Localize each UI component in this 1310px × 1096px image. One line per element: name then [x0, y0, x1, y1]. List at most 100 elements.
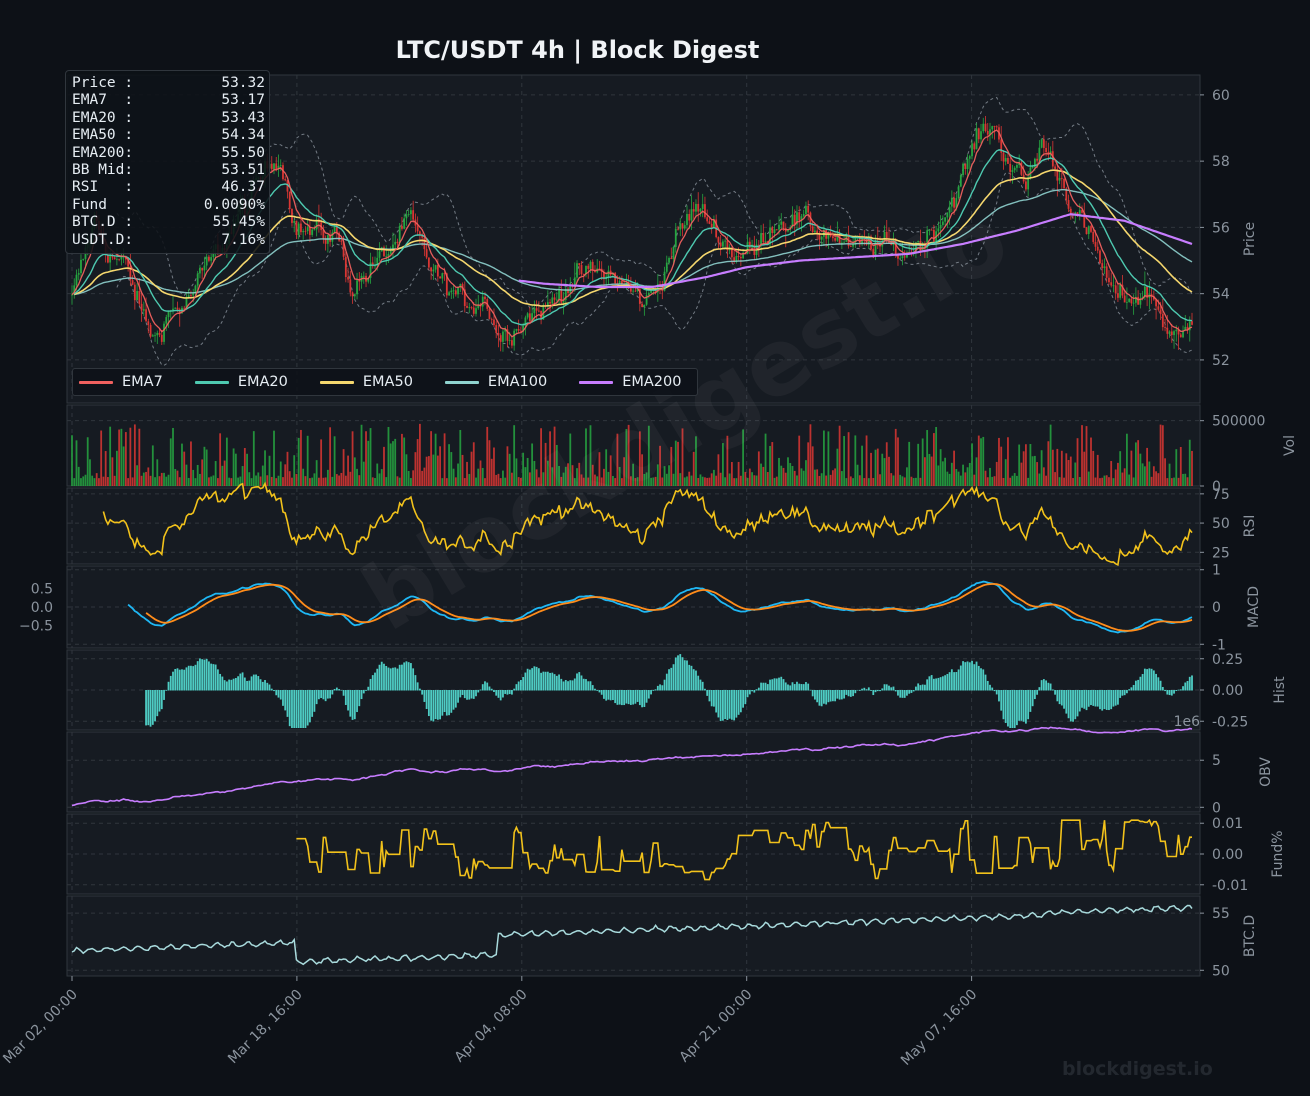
histogram-bar: [717, 690, 720, 718]
candle-body: [580, 265, 583, 275]
histogram-bar: [1076, 690, 1079, 717]
volume-bar: [454, 477, 457, 486]
volume-bar: [995, 461, 998, 486]
volume-bar: [800, 468, 803, 486]
volume-bar: [699, 474, 702, 486]
candle-body: [578, 263, 581, 266]
candle-body: [670, 257, 673, 260]
histogram-bar: [870, 690, 872, 691]
histogram-bar: [820, 690, 823, 707]
histogram-bar: [910, 690, 913, 693]
volume-bar: [279, 461, 282, 486]
candle-body: [306, 227, 309, 232]
histogram-bar: [919, 685, 922, 691]
candle-body: [971, 143, 973, 157]
histogram-bar: [221, 676, 224, 691]
candle-body: [205, 256, 208, 266]
histogram-bar: [374, 672, 376, 691]
volume-bar: [156, 459, 159, 486]
histogram-bar: [1009, 690, 1012, 728]
histogram-bar: [737, 690, 740, 715]
histogram-bar: [461, 690, 464, 695]
candle-body: [136, 291, 138, 301]
histogram-bar: [185, 667, 188, 691]
histogram-bar: [1126, 690, 1128, 694]
volume-bar: [764, 433, 767, 486]
info-row-ema7: EMA7 :53.17: [72, 92, 265, 109]
volume-bar: [872, 477, 875, 486]
histogram-bar: [237, 676, 239, 691]
histogram-bar: [612, 690, 614, 701]
candle-body: [1130, 298, 1133, 304]
volume-bar: [814, 469, 816, 486]
histogram-bar: [701, 681, 704, 691]
histogram-bar: [1049, 683, 1052, 691]
candle-body: [434, 265, 437, 270]
volume-bar: [427, 456, 430, 486]
histogram-bar: [708, 690, 711, 702]
histogram-bar: [596, 690, 599, 691]
histogram-bar: [293, 690, 296, 728]
candle-body: [418, 231, 421, 235]
candle-body: [710, 223, 713, 228]
candle-body: [748, 241, 751, 248]
histogram-bar: [953, 672, 955, 691]
volume-bar: [1092, 450, 1095, 486]
histogram-bar: [1110, 690, 1113, 710]
histogram-bar: [1067, 690, 1070, 719]
volume-bar: [71, 435, 73, 486]
histogram-bar: [246, 680, 248, 691]
histogram-bar: [762, 682, 765, 691]
histogram-bar: [789, 685, 792, 691]
candle-body: [270, 163, 273, 170]
volume-bar: [389, 443, 392, 486]
histogram-bar: [353, 690, 356, 720]
histogram-bar: [744, 690, 747, 705]
candle-body: [737, 255, 740, 257]
histogram-bar: [571, 680, 574, 691]
candle-body: [773, 229, 776, 234]
histogram-bar: [454, 690, 457, 708]
candle-body: [852, 244, 854, 247]
y-axis-label: RSI: [1242, 515, 1258, 538]
histogram-bar: [228, 679, 231, 691]
candle-body: [405, 214, 408, 219]
volume-bar: [436, 455, 439, 486]
candle-body: [1137, 296, 1140, 305]
candle-body: [695, 203, 697, 212]
candle-body: [1168, 331, 1171, 334]
legend-item-ema200: EMA200: [579, 374, 681, 390]
histogram-bar: [1139, 676, 1142, 691]
candle-body: [378, 251, 381, 258]
histogram-bar: [358, 690, 361, 707]
candle-body: [708, 221, 711, 224]
histogram-bar: [587, 681, 590, 691]
candle-body: [468, 307, 471, 309]
histogram-bar: [472, 690, 475, 699]
candle-body: [1126, 301, 1128, 303]
histogram-bar: [1150, 668, 1153, 691]
candle-body: [313, 229, 316, 231]
volume-bar: [1002, 477, 1005, 486]
volume-bar: [865, 435, 868, 486]
histogram-bar: [681, 657, 684, 691]
candle-body: [279, 165, 282, 166]
candle-body: [1166, 327, 1169, 334]
volume-bar: [1016, 475, 1018, 486]
histogram-bar: [1047, 682, 1050, 691]
histogram-bar: [724, 690, 727, 720]
volume-bar: [955, 469, 958, 486]
histogram-bar: [181, 669, 183, 691]
histogram-bar: [333, 688, 336, 691]
volume-bar: [912, 478, 915, 486]
histogram-bar: [1002, 690, 1005, 720]
volume-bar: [879, 474, 881, 486]
histogram-bar: [796, 681, 798, 691]
volume-bar: [973, 474, 976, 486]
volume-bar: [1045, 475, 1048, 486]
histogram-bar: [528, 669, 531, 691]
histogram-bar: [531, 668, 534, 691]
volume-bar: [142, 472, 145, 486]
volume-bar: [84, 474, 87, 486]
histogram-bar: [338, 689, 340, 691]
